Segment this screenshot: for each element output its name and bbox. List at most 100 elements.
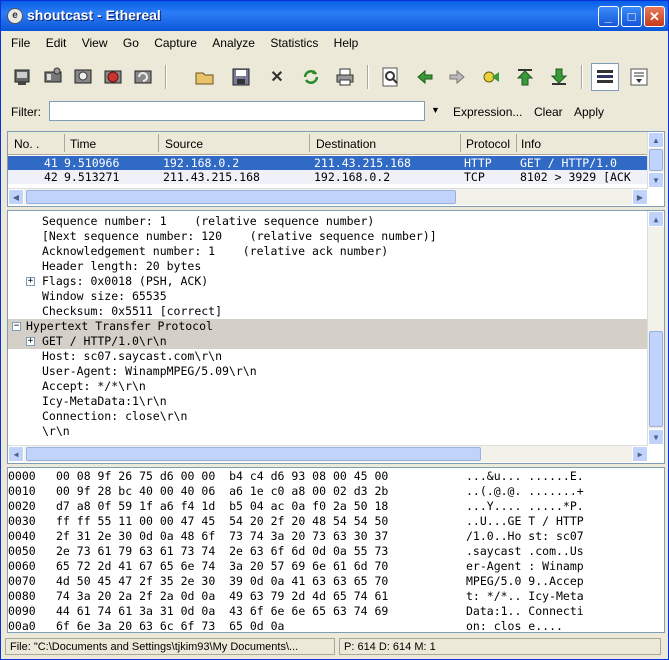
detail-line[interactable]: Connection: close\r\n (8, 409, 653, 424)
save-file-icon[interactable] (227, 63, 255, 91)
find-packet-icon[interactable] (377, 63, 405, 91)
menu-analyze[interactable]: Analyze (206, 34, 261, 52)
scroll-right-icon[interactable]: ▶ (632, 446, 648, 462)
collapse-icon[interactable]: − (12, 322, 21, 331)
filter-dropdown-icon[interactable]: ▼ (431, 105, 440, 115)
menu-view[interactable]: View (76, 34, 114, 52)
packet-row[interactable]: 41 9.510966 192.168.0.2 211.43.215.168 H… (8, 156, 653, 170)
scroll-down-icon[interactable]: ▼ (648, 429, 664, 445)
detail-line[interactable]: Window size: 65535 (8, 289, 653, 304)
scroll-down-icon[interactable]: ▼ (648, 172, 664, 188)
reload-icon[interactable] (297, 63, 325, 91)
menu-edit[interactable]: Edit (40, 34, 73, 52)
detail-text: Sequence number: 1 (relative sequence nu… (42, 214, 375, 228)
column-header-time[interactable]: Time (70, 137, 96, 151)
go-last-icon[interactable] (545, 63, 573, 91)
scroll-thumb[interactable] (649, 149, 663, 171)
capture-options-icon[interactable] (39, 63, 67, 91)
column-header-destination[interactable]: Destination (316, 137, 376, 151)
detail-line[interactable]: Accept: */*\r\n (8, 379, 653, 394)
filter-label: Filter: (11, 105, 41, 119)
go-first-icon[interactable] (511, 63, 539, 91)
minimize-button[interactable]: _ (598, 6, 619, 27)
status-bar: File: "C:\Documents and Settings\tjkim93… (5, 637, 665, 657)
packet-details-pane: Sequence number: 1 (relative sequence nu… (7, 210, 665, 464)
maximize-icon: □ (627, 9, 636, 24)
hex-offset: 0020 (8, 499, 36, 513)
expression-button[interactable]: Expression... (453, 105, 522, 119)
app-icon: e (7, 8, 23, 24)
column-header-source[interactable]: Source (165, 137, 203, 151)
maximize-button[interactable]: □ (621, 6, 642, 27)
column-header-protocol[interactable]: Protocol (466, 137, 510, 151)
restart-capture-icon[interactable] (129, 63, 157, 91)
detail-line[interactable]: Acknowledgement number: 1 (relative ack … (8, 244, 653, 259)
detail-line[interactable]: User-Agent: WinampMPEG/5.09\r\n (8, 364, 653, 379)
hex-offset: 0040 (8, 529, 36, 543)
hex-bytes: 65 72 2d 41 67 65 6e 74 3a 20 57 69 6e 6… (56, 559, 389, 573)
detail-text: [Next sequence number: 120 (relative seq… (42, 229, 437, 243)
detail-line[interactable]: + Flags: 0x0018 (PSH, ACK) (8, 274, 653, 289)
scroll-left-icon[interactable]: ◀ (8, 189, 24, 205)
details-vscroll[interactable]: ▲ ▼ (647, 211, 664, 445)
detail-line[interactable]: Header length: 20 bytes (8, 259, 653, 274)
scroll-thumb[interactable] (26, 447, 481, 461)
scroll-up-icon[interactable]: ▲ (648, 132, 664, 148)
detail-line[interactable]: Host: sc07.saycast.com\r\n (8, 349, 653, 364)
detail-line[interactable]: Checksum: 0x5511 [correct] (8, 304, 653, 319)
clear-button[interactable]: Clear (534, 105, 563, 119)
scroll-up-icon[interactable]: ▲ (648, 211, 664, 227)
print-icon[interactable] (331, 63, 359, 91)
detail-text: Flags: 0x0018 (PSH, ACK) (42, 274, 209, 288)
hex-bytes: 74 3a 20 2a 2f 2a 0d 0a 49 63 79 2d 4d 6… (56, 589, 389, 603)
scroll-thumb[interactable] (26, 190, 456, 204)
menu-file[interactable]: File (5, 34, 36, 52)
packet-list-hscroll[interactable]: ◀ ▶ (8, 188, 648, 205)
scroll-right-icon[interactable]: ▶ (632, 189, 648, 205)
scroll-left-icon[interactable]: ◀ (8, 446, 24, 462)
detail-line[interactable]: + GET / HTTP/1.0\r\n (8, 334, 653, 349)
details-hscroll[interactable]: ◀ ▶ (8, 445, 648, 462)
window-title: shoutcast - Ethereal (27, 7, 161, 23)
detail-line[interactable]: − Hypertext Transfer Protocol (8, 319, 653, 334)
scroll-thumb[interactable] (649, 331, 663, 427)
menu-go[interactable]: Go (117, 34, 145, 52)
packet-list-pane: No. . Time Source Destination Protocol I… (7, 131, 665, 207)
detail-text: \r\n (42, 424, 70, 438)
detail-text: Connection: close\r\n (42, 409, 188, 423)
auto-scroll-icon[interactable] (625, 63, 653, 91)
toolbar-separator (165, 65, 167, 89)
packet-list-vscroll[interactable]: ▲ ▼ (647, 132, 664, 188)
menu-help[interactable]: Help (328, 34, 365, 52)
hex-offset: 0080 (8, 589, 36, 603)
hex-bytes: 2e 73 61 79 63 61 73 74 2e 63 6f 6d 0d 0… (56, 544, 389, 558)
packet-row[interactable]: 42 9.513271 211.43.215.168 192.168.0.2 T… (8, 170, 653, 184)
close-file-icon[interactable]: ✕ (263, 63, 291, 91)
apply-button[interactable]: Apply (574, 105, 604, 119)
packet-list-header: No. . Time Source Destination Protocol I… (8, 132, 664, 155)
stop-capture-icon[interactable] (99, 63, 127, 91)
column-header-info[interactable]: Info (521, 137, 541, 151)
detail-line[interactable]: \r\n (8, 424, 653, 439)
open-file-icon[interactable] (191, 63, 219, 91)
menu-statistics[interactable]: Statistics (264, 34, 324, 52)
filter-input[interactable] (49, 101, 425, 121)
go-forward-icon[interactable] (443, 63, 471, 91)
detail-line[interactable]: Icy-MetaData:1\r\n (8, 394, 653, 409)
expand-icon[interactable]: + (26, 337, 35, 346)
main-toolbar: ✕ (5, 59, 663, 95)
expand-icon[interactable]: + (26, 277, 35, 286)
start-capture-icon[interactable] (69, 63, 97, 91)
detail-line[interactable]: [Next sequence number: 120 (relative seq… (8, 229, 653, 244)
close-button[interactable]: ✕ (644, 6, 665, 27)
title-bar[interactable]: e shoutcast - Ethereal _ □ ✕ (1, 1, 668, 31)
go-to-packet-icon[interactable] (477, 63, 505, 91)
menu-capture[interactable]: Capture (148, 34, 203, 52)
status-packets: P: 614 D: 614 M: 1 (339, 638, 661, 655)
interfaces-icon[interactable] (9, 63, 37, 91)
go-back-icon[interactable] (411, 63, 439, 91)
column-header-no[interactable]: No. . (14, 137, 39, 151)
hex-ascii: Data:1.. Connecti (466, 604, 584, 618)
colorize-icon[interactable] (591, 63, 619, 91)
detail-line[interactable]: Sequence number: 1 (relative sequence nu… (8, 214, 653, 229)
